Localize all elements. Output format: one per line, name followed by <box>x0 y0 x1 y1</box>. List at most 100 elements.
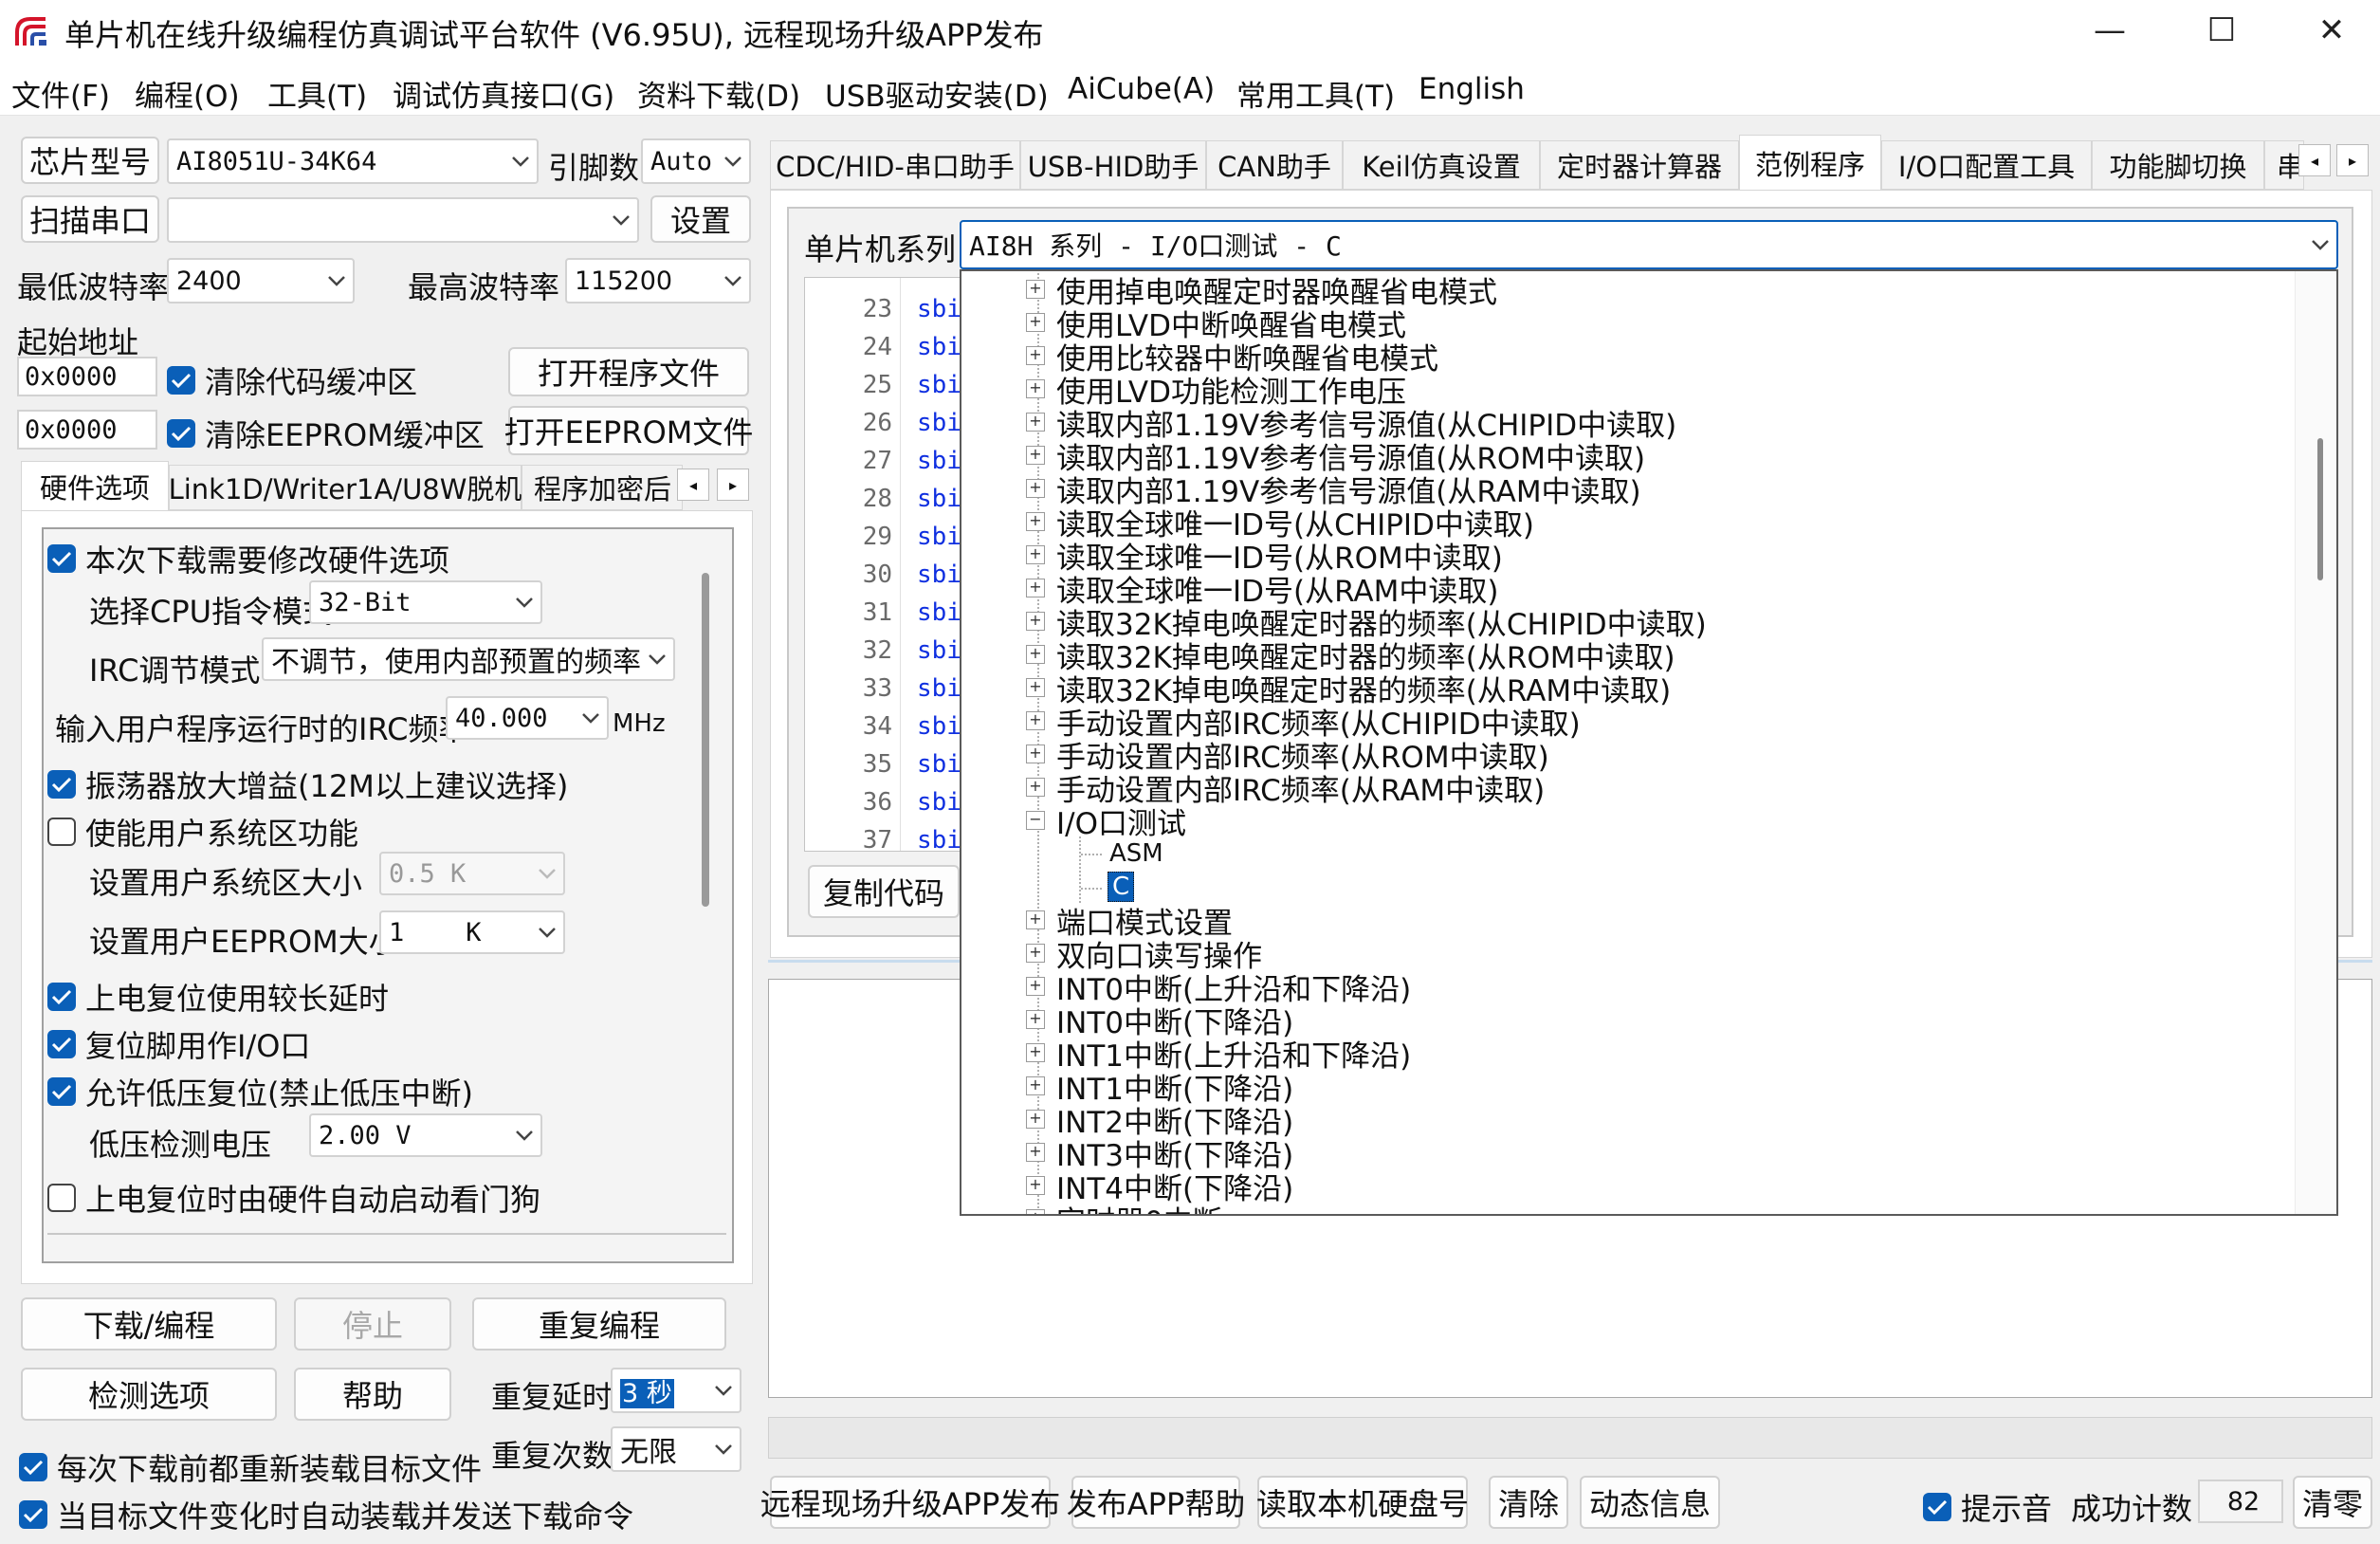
tab-offline-writer[interactable]: Link1D/Writer1A/U8W脱机 <box>169 465 522 510</box>
tree-scrollbar-thumb[interactable] <box>2317 438 2323 580</box>
tab-scroll-left-icon[interactable]: ◂ <box>677 469 709 501</box>
tab-scroll-right-icon[interactable]: ▸ <box>717 469 749 501</box>
settings-button[interactable]: 设置 <box>650 195 751 243</box>
tree-guide-line <box>1081 888 1102 890</box>
options-scrollbar-thumb[interactable] <box>702 573 709 907</box>
clear-code-buffer-checkbox[interactable]: 清除代码缓冲区 <box>167 358 417 402</box>
checkbox-checked-icon <box>47 770 76 799</box>
open-program-file-button[interactable]: 打开程序文件 <box>508 347 749 396</box>
menu-common-tools[interactable]: 常用工具(T) <box>1236 72 1395 115</box>
tree-scrollbar[interactable] <box>2295 271 2336 1214</box>
open-eeprom-file-button[interactable]: 打开EEPROM文件 <box>504 406 753 455</box>
beep-sound-checkbox[interactable]: 提示音 <box>1923 1485 2052 1529</box>
auto-reload-checkbox[interactable]: 当目标文件变化时自动装载并发送下载命令 <box>19 1493 633 1536</box>
tab-io-config[interactable]: I/O口配置工具 <box>1881 140 2092 190</box>
port-select[interactable] <box>167 197 639 243</box>
clear-eeprom-buffer-label: 清除EEPROM缓冲区 <box>205 417 485 453</box>
min-baud-select[interactable]: 2400 <box>167 258 355 303</box>
code-keyword: sbit <box>917 485 964 513</box>
dynamic-info-button[interactable]: 动态信息 <box>1580 1476 1720 1529</box>
chip-model-button[interactable]: 芯片型号 <box>21 137 159 184</box>
low-voltage-select[interactable]: 2.00 V <box>309 1113 542 1157</box>
eeprom-size-label: 设置用户EEPROM大小 <box>89 924 399 960</box>
menu-debug-interface[interactable]: 调试仿真接口(G) <box>393 72 614 115</box>
reset-count-button[interactable]: 清零 <box>2293 1476 2372 1529</box>
collapse-icon: − <box>1026 811 1045 830</box>
line-number: 36 <box>862 788 892 817</box>
menu-program[interactable]: 编程(O) <box>135 72 240 115</box>
irc-frequency-select[interactable]: 40.000 <box>446 696 609 740</box>
pins-select[interactable]: Auto <box>641 138 751 184</box>
expand-icon: + <box>1026 379 1045 398</box>
eeprom-size-select[interactable]: 1 K <box>379 910 565 954</box>
reprogram-button[interactable]: 重复编程 <box>472 1297 726 1351</box>
read-disk-id-button[interactable]: 读取本机硬盘号 <box>1256 1476 1469 1529</box>
title-bar: 单片机在线升级编程仿真调试平台软件 (V6.95U), 远程现场升级APP发布 … <box>0 0 2380 66</box>
tab-keil-sim[interactable]: Keil仿真设置 <box>1343 140 1540 190</box>
minimize-button[interactable]: — <box>2054 0 2166 61</box>
long-reset-delay-checkbox[interactable]: 上电复位使用较长延时 <box>47 975 389 1019</box>
tree-leaf-c-selected[interactable]: C <box>1108 872 1135 902</box>
tree-leaf-asm[interactable]: ASM <box>1109 837 1163 870</box>
maximize-button[interactable]: ☐ <box>2166 0 2278 61</box>
check-options-button[interactable]: 检测选项 <box>21 1368 277 1421</box>
tab-timer-calc[interactable]: 定时器计算器 <box>1540 140 1739 190</box>
user-system-size-select[interactable]: 0.5 K <box>379 852 565 895</box>
irc-mode-select[interactable]: 不调节，使用内部预置的频率 <box>262 637 675 681</box>
user-system-area-checkbox[interactable]: 使能用户系统区功能 <box>47 810 358 854</box>
tab-hardware-options[interactable]: 硬件选项 <box>21 461 169 510</box>
menu-downloads[interactable]: 资料下载(D) <box>637 72 800 115</box>
menu-english[interactable]: English <box>1419 72 1525 106</box>
copy-code-button[interactable]: 复制代码 <box>808 865 960 918</box>
chevron-down-icon <box>575 698 607 738</box>
auto-reload-label: 当目标文件变化时自动装载并发送下载命令 <box>57 1498 634 1535</box>
tab-example-programs[interactable]: 范例程序 <box>1739 135 1881 190</box>
repeat-delay-select[interactable]: 3 秒 <box>611 1368 741 1413</box>
code-start-address-input[interactable]: 0x0000 <box>17 357 157 396</box>
tab-can[interactable]: CAN助手 <box>1206 140 1343 190</box>
menu-file[interactable]: 文件(F) <box>11 72 110 115</box>
chip-model-select[interactable]: AI8051U-34K64 <box>167 138 539 184</box>
eeprom-start-address-input[interactable]: 0x0000 <box>17 410 157 450</box>
tree-node[interactable]: +定时器0中断 <box>1026 1203 1222 1214</box>
menu-usb-driver[interactable]: USB驱动安装(D) <box>825 72 1049 115</box>
tab-pin-switch[interactable]: 功能脚切换 <box>2092 140 2264 190</box>
scan-port-button[interactable]: 扫描串口 <box>21 195 159 243</box>
code-keyword: sbit <box>917 409 964 437</box>
menu-aicube[interactable]: AiCube(A) <box>1068 72 1215 106</box>
clear-log-button[interactable]: 清除 <box>1489 1476 1568 1529</box>
max-baud-select[interactable]: 115200 <box>565 258 751 303</box>
modify-hardware-checkbox[interactable]: 本次下载需要修改硬件选项 <box>47 537 449 580</box>
code-keyword: sbit <box>917 788 964 817</box>
mcu-series-label: 单片机系列 <box>804 231 957 267</box>
tree-node-expanded[interactable]: − I/O口测试 <box>1026 804 1186 841</box>
clear-eeprom-buffer-checkbox[interactable]: 清除EEPROM缓冲区 <box>167 412 485 455</box>
watchdog-checkbox[interactable]: 上电复位时由硬件自动启动看门狗 <box>47 1176 540 1220</box>
reset-pin-io-checkbox[interactable]: 复位脚用作I/O口 <box>47 1022 310 1066</box>
series-tree-dropdown[interactable]: + 使用掉电唤醒定时器唤醒省电模式 + 使用LVD中断唤醒省电模式 + 使用比较器中断… <box>960 269 2338 1216</box>
cpu-mode-select[interactable]: 32-Bit <box>309 580 542 624</box>
close-button[interactable]: ✕ <box>2276 0 2380 61</box>
reload-each-download-checkbox[interactable]: 每次下载前都重新装载目标文件 <box>19 1445 482 1489</box>
code-keyword: sbit <box>917 712 964 741</box>
help-button[interactable]: 帮助 <box>294 1368 451 1421</box>
menu-tools[interactable]: 工具(T) <box>267 72 367 115</box>
stop-button[interactable]: 停止 <box>294 1297 451 1351</box>
tab-scroll-right-icon[interactable]: ▸ <box>2336 144 2369 176</box>
tab-usb-hid[interactable]: USB-HID助手 <box>1020 140 1206 190</box>
mcu-series-select[interactable]: AI8H 系列 - I/O口测试 - C <box>960 220 2338 269</box>
success-count-label: 成功计数 <box>2071 1491 2193 1527</box>
download-program-button[interactable]: 下载/编程 <box>21 1297 277 1351</box>
remote-app-publish-button[interactable]: 远程现场升级APP发布 <box>760 1476 1060 1529</box>
oscillator-gain-checkbox[interactable]: 振荡器放大增益(12M以上建议选择) <box>47 763 568 806</box>
tab-cdc-hid-serial[interactable]: CDC/HID-串口助手 <box>770 140 1020 190</box>
tab-encryption[interactable]: 程序加密后 <box>522 465 683 510</box>
tab-scroll-left-icon[interactable]: ◂ <box>2298 144 2331 176</box>
repeat-count-select[interactable]: 无限 <box>611 1426 741 1472</box>
low-voltage-reset-checkbox[interactable]: 允许低压复位(禁止低压中断) <box>47 1070 473 1113</box>
publish-app-help-button[interactable]: 发布APP帮助 <box>1067 1476 1245 1529</box>
line-number: 23 <box>862 295 892 323</box>
modify-hardware-label: 本次下载需要修改硬件选项 <box>85 542 450 579</box>
code-view[interactable]: 23 sbit 24 sbit 25 sbit 26 sbit 27 sbit 28 sbi… <box>804 277 965 852</box>
tree-guide-line <box>1081 854 1102 855</box>
